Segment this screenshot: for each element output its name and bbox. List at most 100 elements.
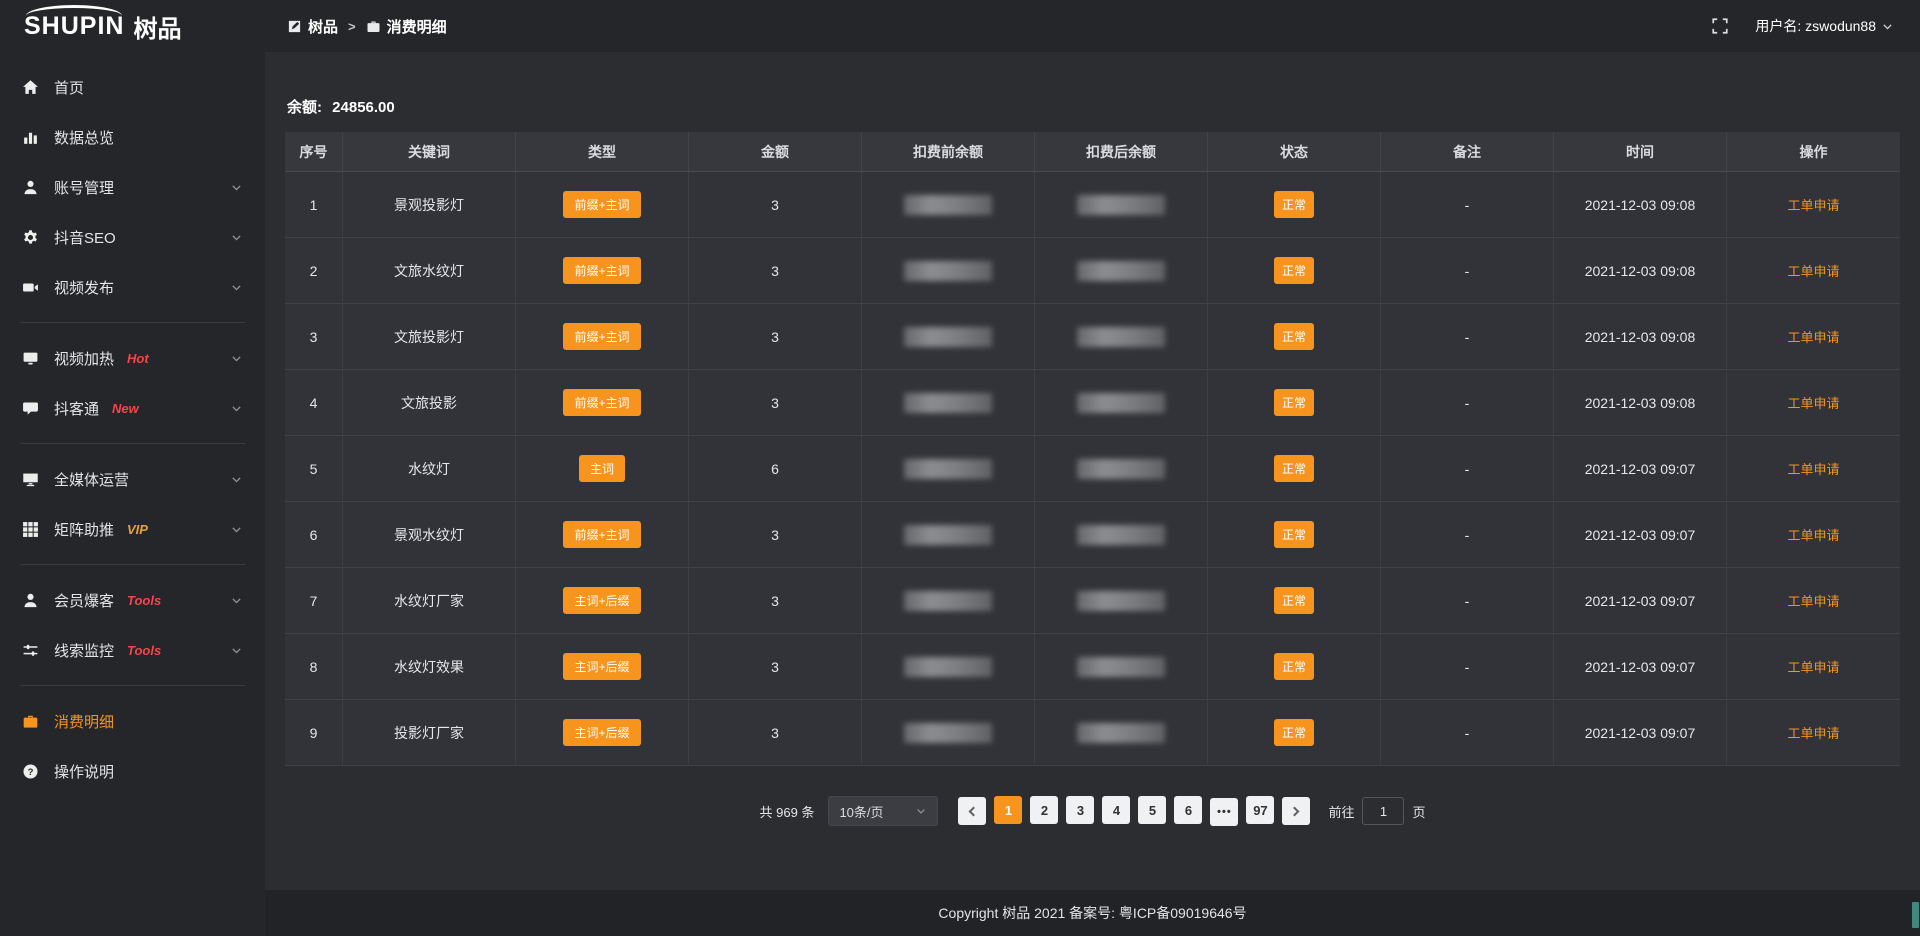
cell-status: 正常 [1208,436,1381,502]
cell-amount: 3 [689,700,862,766]
balance-summary: 余额: 24856.00 [287,98,1900,118]
cell-balance-after [1035,172,1208,238]
work-order-link[interactable]: 工单申请 [1787,528,1839,543]
cell-time: 2021-12-03 09:08 [1554,304,1727,370]
status-badge: 正常 [1274,323,1314,350]
page-size-select[interactable]: 10条/页 [828,796,938,826]
work-order-link[interactable]: 工单申请 [1787,330,1839,345]
cell-time: 2021-12-03 09:07 [1554,700,1727,766]
sidebar-item-label: 首页 [54,77,84,98]
column-header: 类型 [516,132,689,172]
redacted-balance [1077,327,1165,347]
sidebar-item-0[interactable]: 首页 [0,62,265,112]
fullscreen-icon[interactable] [1711,17,1729,35]
cell-action: 工单申请 [1727,634,1900,700]
work-order-link[interactable]: 工单申请 [1787,264,1839,279]
sidebar-item-15[interactable]: 消费明细 [0,696,265,746]
sidebar-item-16[interactable]: ?操作说明 [0,746,265,796]
user-menu[interactable]: 用户名: zswodun88 [1755,16,1894,36]
sidebar-item-13[interactable]: 线索监控Tools [0,625,265,675]
cell-type: 前缀+主词 [516,238,689,304]
breadcrumb-item-current[interactable]: 消费明细 [366,16,447,37]
cell-status: 正常 [1208,634,1381,700]
chevron-down-icon [230,352,243,365]
sidebar-item-6[interactable]: 视频加热Hot [0,333,265,383]
table-row: 2文旅水纹灯前缀+主词3正常-2021-12-03 09:08工单申请 [285,238,1900,304]
balance-value: 24856.00 [332,99,395,116]
sidebar-item-tag: Hot [127,351,149,366]
grid-icon [22,521,39,538]
table-body: 1景观投影灯前缀+主词3正常-2021-12-03 09:08工单申请2文旅水纹… [285,172,1900,766]
status-badge: 正常 [1274,455,1314,482]
breadcrumb-label: 树品 [308,16,338,37]
work-order-link[interactable]: 工单申请 [1787,594,1839,609]
next-page-button[interactable] [1282,797,1310,825]
work-order-link[interactable]: 工单申请 [1787,660,1839,675]
sidebar-item-9[interactable]: 全媒体运营 [0,454,265,504]
redacted-balance [904,195,992,215]
screen-icon [22,350,39,367]
cell-action: 工单申请 [1727,700,1900,766]
cell-remark: - [1381,700,1554,766]
cell-status: 正常 [1208,238,1381,304]
sidebar-item-1[interactable]: 数据总览 [0,112,265,162]
work-order-link[interactable]: 工单申请 [1787,462,1839,477]
cell-balance-before [862,370,1035,436]
wallet-icon [22,713,39,730]
redacted-balance [904,723,992,743]
type-badge: 前缀+主词 [563,521,640,548]
status-badge: 正常 [1274,191,1314,218]
page-button-6[interactable]: 6 [1174,796,1202,824]
breadcrumb-item-home[interactable]: 树品 [287,16,338,37]
total-count-label: 共 969 条 [760,802,815,821]
page-ellipsis[interactable]: ••• [1210,798,1238,826]
cell-balance-before [862,502,1035,568]
redacted-balance [904,459,992,479]
work-order-link[interactable]: 工单申请 [1787,396,1839,411]
type-badge: 主词 [579,455,625,482]
page-button-4[interactable]: 4 [1102,796,1130,824]
content: 余额: 24856.00 序号关键词类型金额扣费前余额扣费后余额状态备注时间操作… [265,52,1920,890]
scrollbar-thumb[interactable] [1912,902,1919,928]
page-button-5[interactable]: 5 [1138,796,1166,824]
chevron-down-icon [230,644,243,657]
cell-status: 正常 [1208,304,1381,370]
top-bar: SHUPIN 树品 树品 > 消费明细 用户名: zswodun88 [0,0,1920,52]
gear-icon [22,229,39,246]
sidebar-item-label: 数据总览 [54,127,114,148]
sidebar-item-label: 账号管理 [54,177,114,198]
work-order-link[interactable]: 工单申请 [1787,726,1839,741]
sidebar-item-7[interactable]: 抖客通New [0,383,265,433]
page-button-3[interactable]: 3 [1066,796,1094,824]
prev-page-button[interactable] [958,797,986,825]
goto-page-input[interactable] [1362,797,1404,825]
sliders-icon [22,642,39,659]
cell-action: 工单申请 [1727,370,1900,436]
sidebar-item-4[interactable]: 视频发布 [0,262,265,312]
copyright-text: Copyright 树品 2021 备案号: 粤ICP备09019646号 [938,903,1246,923]
cell-balance-before [862,436,1035,502]
sidebar-item-2[interactable]: 账号管理 [0,162,265,212]
sidebar-item-3[interactable]: 抖音SEO [0,212,265,262]
type-badge: 前缀+主词 [563,257,640,284]
sidebar-divider [20,685,245,686]
status-badge: 正常 [1274,653,1314,680]
page-button-2[interactable]: 2 [1030,796,1058,824]
type-badge: 前缀+主词 [563,389,640,416]
cell-time: 2021-12-03 09:08 [1554,238,1727,304]
redacted-balance [1077,393,1165,413]
sidebar: 首页数据总览账号管理抖音SEO视频发布视频加热Hot抖客通New 全媒体运营矩阵助… [0,52,265,936]
cell-type: 前缀+主词 [516,502,689,568]
cell-remark: - [1381,502,1554,568]
cell-time: 2021-12-03 09:07 [1554,502,1727,568]
cell-type: 主词+后缀 [516,568,689,634]
sidebar-divider [20,443,245,444]
breadcrumb-separator: > [348,19,356,34]
cell-amount: 3 [689,502,862,568]
page-button-97[interactable]: 97 [1246,796,1274,824]
sidebar-item-12[interactable]: 会员爆客Tools [0,575,265,625]
page-button-1[interactable]: 1 [994,796,1022,824]
question-icon: ? [22,763,39,780]
sidebar-item-10[interactable]: 矩阵助推VIP [0,504,265,554]
work-order-link[interactable]: 工单申请 [1787,198,1839,213]
